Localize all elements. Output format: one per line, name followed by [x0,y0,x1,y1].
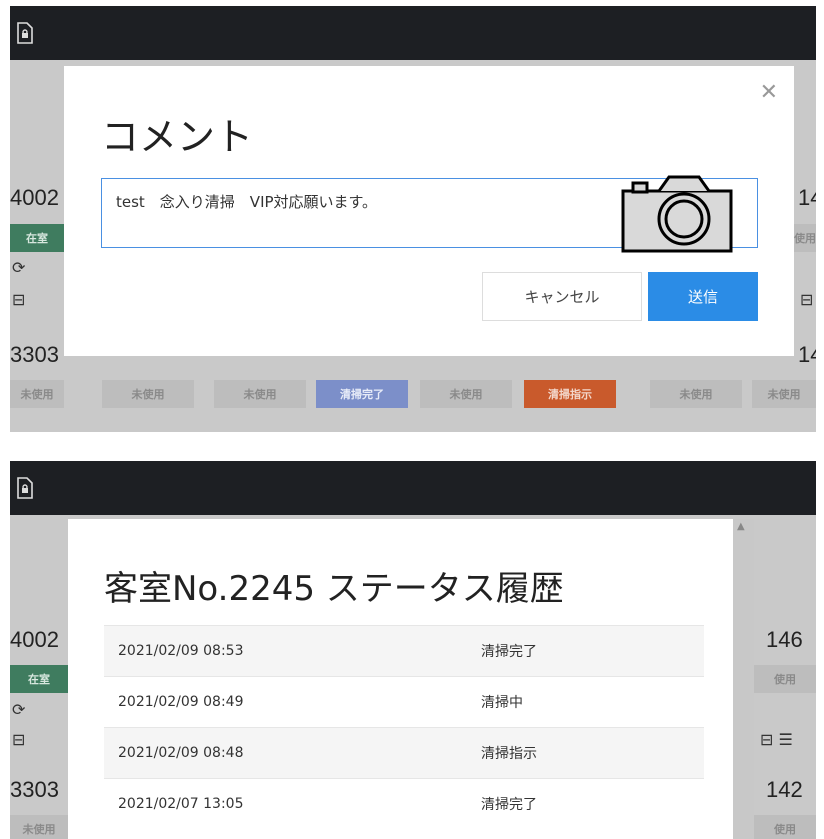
table-row: 2021/02/09 08:49 清掃中 [104,676,704,727]
status-badge[interactable]: 未使用 [10,380,64,408]
refresh-icon[interactable]: ⟳ [12,258,25,277]
row-date: 2021/02/09 08:49 [118,694,244,710]
screenshot-comment: 4002 在室 ⟳ ⊟ 3303 未使用 未使用 未使用 清掃完了 未使用 清掃… [10,6,816,432]
cancel-button[interactable]: キャンセル [482,272,642,321]
status-badge[interactable]: 使用 [754,815,816,839]
row-status: 清掃完了 [481,644,537,660]
room-number: 3303 [10,342,59,367]
list-icon[interactable]: ⊟ ☰ [760,730,793,749]
send-button[interactable]: 送信 [648,272,758,321]
row-date: 2021/02/09 08:48 [118,745,244,761]
row-date: 2021/02/07 13:05 [118,796,244,812]
briefcase-icon[interactable]: ⊟ [800,290,813,309]
document-icon[interactable] [16,22,34,44]
scrollbar[interactable]: ▲ [733,519,754,839]
refresh-icon[interactable]: ⟳ [12,700,25,719]
status-badge[interactable]: 未使用 [752,380,816,408]
room-number: 4002 [10,185,59,210]
status-badge[interactable]: 未使用 [102,380,194,408]
room-number: 146 [766,627,803,652]
row-status: 清掃指示 [481,746,537,762]
screenshot-history: 4002 在室 ⟳ ⊟ 3303 未使用 146 使用 ⊟ ☰ 142 使用 客… [10,461,816,839]
table-row: 2021/02/09 08:53 清掃完了 [104,625,704,676]
status-badge[interactable]: 未使用 [214,380,306,408]
status-history-dialog: 客室No.2245 ステータス履歴 2021/02/09 08:53 清掃完了 … [68,519,733,839]
row-status: 清掃中 [481,695,523,711]
comment-text: test 念入り清掃 VIP対応願います。 [116,193,378,211]
dialog-title: 客室No.2245 ステータス履歴 [104,569,564,609]
status-badge[interactable]: 使用 [794,224,816,252]
row-status: 清掃完了 [481,797,537,813]
room-number: 3303 [10,777,59,802]
table-row: 2021/02/07 13:05 清掃完了 [104,778,704,829]
row-date: 2021/02/09 08:53 [118,643,244,659]
status-badge[interactable]: 未使用 [420,380,512,408]
dialog-title: コメント [101,115,254,159]
comment-input[interactable]: test 念入り清掃 VIP対応願います。 [101,175,758,253]
top-bar [10,6,816,60]
camera-icon[interactable] [621,173,733,255]
status-badge[interactable]: 在室 [10,665,68,693]
status-badge[interactable]: 未使用 [10,815,68,839]
history-table: 2021/02/09 08:53 清掃完了 2021/02/09 08:49 清… [104,625,704,829]
status-badge[interactable]: 清掃完了 [316,380,408,408]
status-badge[interactable]: 未使用 [650,380,742,408]
document-icon[interactable] [16,477,34,499]
room-number: 142 [766,777,803,802]
room-number: 146 [798,185,816,210]
close-icon[interactable]: ✕ [760,80,778,105]
room-number: 4002 [10,627,59,652]
comment-dialog: コメント ✕ test 念入り清掃 VIP対応願います。 キャンセル 送信 [64,66,794,356]
briefcase-icon[interactable]: ⊟ [12,730,25,749]
top-bar [10,461,816,515]
room-number: 142 [798,342,816,367]
status-badge[interactable]: 使用 [754,665,816,693]
briefcase-icon[interactable]: ⊟ [12,290,25,309]
table-row: 2021/02/09 08:48 清掃指示 [104,727,704,778]
status-badge[interactable]: 在室 [10,224,64,252]
status-badge[interactable]: 清掃指示 [524,380,616,408]
scroll-up-icon[interactable]: ▲ [737,521,745,532]
